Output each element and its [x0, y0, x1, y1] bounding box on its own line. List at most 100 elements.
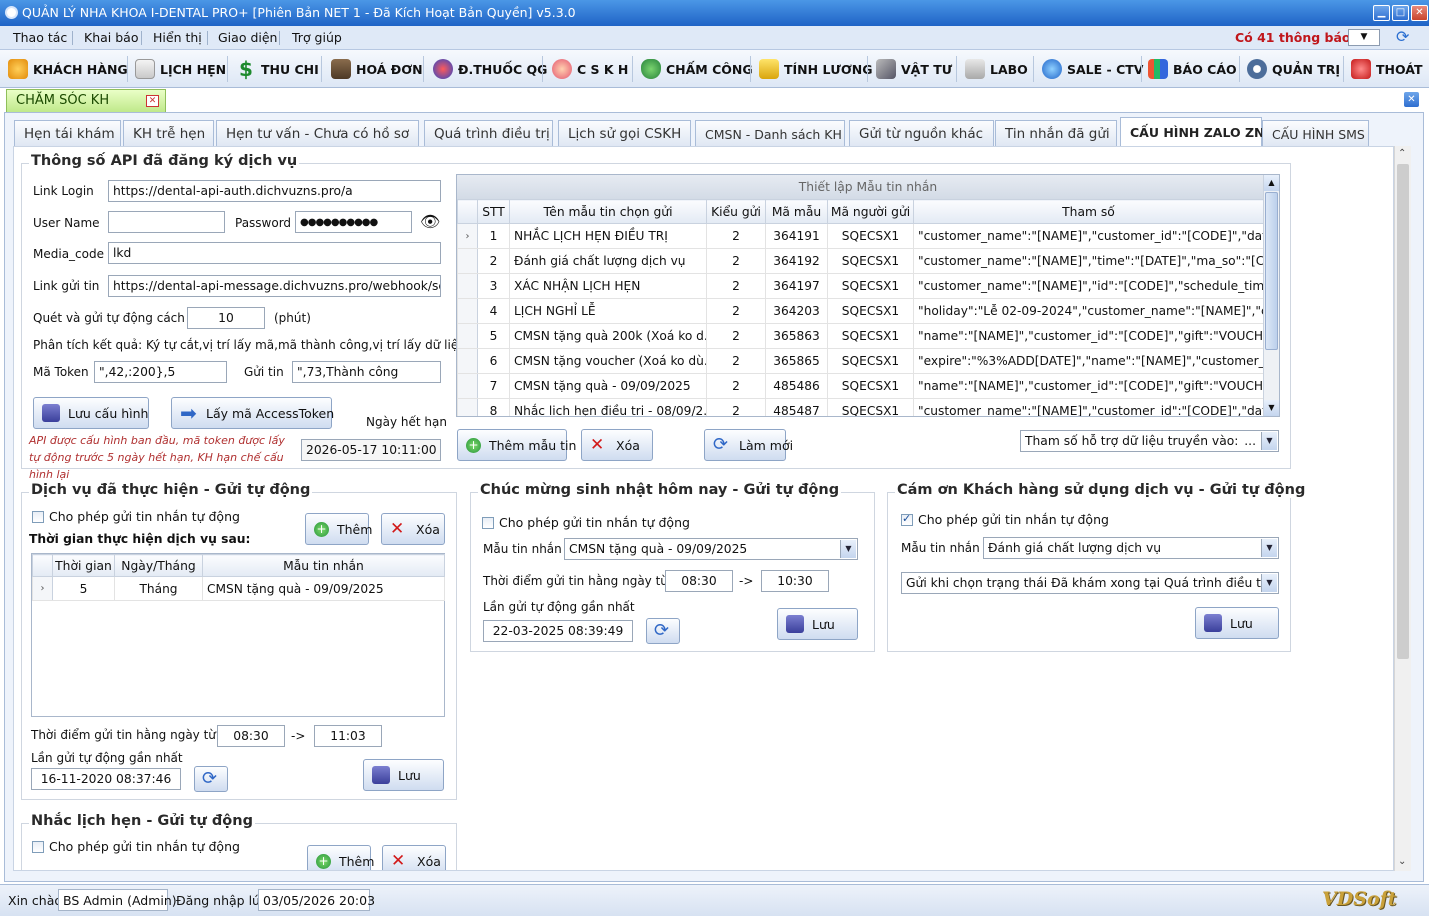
notification-dropdown[interactable]: ▼: [1348, 29, 1380, 46]
tab-hen-tu-van[interactable]: Hẹn tư vấn - Chưa có hồ sơ: [216, 120, 419, 146]
tab-cau-hinh-zalo[interactable]: CẤU HÌNH ZALO ZNS: [1120, 117, 1274, 147]
row-header[interactable]: [457, 373, 478, 399]
toolbar-khach-hang[interactable]: KHÁCH HÀNG: [8, 57, 128, 81]
reminder-add-button[interactable]: + Thêm: [307, 845, 374, 870]
service-time-from[interactable]: 08:30: [217, 725, 285, 747]
password-input[interactable]: ●●●●●●●●●●: [295, 211, 412, 233]
service-time-to[interactable]: 11:03: [314, 725, 382, 747]
menu-khai-bao[interactable]: Khai báo: [84, 30, 138, 45]
col-unit[interactable]: Ngày/Tháng: [114, 554, 203, 577]
sync-icon[interactable]: ⟳: [1396, 27, 1409, 46]
col-send-type[interactable]: Kiểu gửi: [706, 199, 766, 224]
col-template-code[interactable]: Mã mẫu: [765, 199, 828, 224]
toolbar-labo[interactable]: LABO: [965, 57, 1028, 81]
toolbar-thoat[interactable]: THOÁT: [1351, 57, 1423, 81]
toolbar-hoa-don[interactable]: HOÁ ĐƠN: [331, 57, 423, 81]
col-stt[interactable]: STT: [477, 199, 510, 224]
col-time[interactable]: Thời gian: [52, 554, 115, 577]
token-parse-input[interactable]: ",42,:200},5: [94, 361, 227, 383]
link-send-input[interactable]: https://dental-api-message.dichvuzns.pro…: [108, 275, 441, 297]
toolbar-lich-hen[interactable]: LỊCH HẸN: [135, 57, 226, 81]
template-grid[interactable]: Thiết lập Mẫu tin nhắn STT Tên mẫu tin c…: [456, 174, 1280, 417]
link-login-input[interactable]: https://dental-api-auth.dichvuzns.pro/a: [108, 180, 441, 202]
birthday-time-from[interactable]: 08:30: [665, 570, 733, 592]
toolbar-sale-ctv[interactable]: SALE - CTV: [1042, 57, 1143, 81]
menu-tro-giup[interactable]: Trợ giúp: [292, 30, 342, 45]
notification-count[interactable]: Có 41 thông báo: [1235, 30, 1351, 45]
birthday-time-to[interactable]: 10:30: [761, 570, 829, 592]
reminder-delete-button[interactable]: ✕ Xóa: [382, 845, 446, 870]
thanks-auto-checkbox[interactable]: Cho phép gửi tin nhắn tự động: [901, 512, 1109, 527]
send-result-input[interactable]: ",73,Thành công: [292, 361, 441, 383]
toolbar-cskh[interactable]: C S K H: [552, 57, 628, 81]
table-row[interactable]: 4 LỊCH NGHỈ LỄ 2 364203 SQECSX1 "holiday":"Lễ…: [457, 298, 1264, 324]
birthday-auto-checkbox[interactable]: Cho phép gửi tin nhắn tự động: [482, 515, 690, 530]
close-window-button[interactable]: ✕: [1411, 5, 1428, 21]
row-header[interactable]: [457, 348, 478, 374]
username-input[interactable]: [108, 211, 225, 233]
tab-hen-tai-kham[interactable]: Hẹn tái khám: [14, 120, 121, 146]
table-row[interactable]: 7 CMSN tặng quà - 09/09/2025 2 485486 SQECSX…: [457, 373, 1264, 399]
col-params[interactable]: Tham số: [913, 199, 1264, 224]
table-row[interactable]: 2 Đánh giá chất lượng dịch vụ 2 364192 SQECS…: [457, 248, 1264, 274]
toolbar-thu-chi[interactable]: $ THU CHI: [236, 57, 319, 81]
service-add-button[interactable]: + Thêm: [305, 513, 372, 545]
tab-cau-hinh-sms[interactable]: CẤU HÌNH SMS: [1262, 120, 1369, 146]
tab-tin-nhan-da-gui[interactable]: Tin nhắn đã gửi: [995, 120, 1117, 146]
tab-kh-tre-hen[interactable]: KH trễ hẹn: [123, 120, 214, 146]
toolbar-bao-cao[interactable]: BÁO CÁO: [1148, 57, 1237, 81]
tab-qua-trinh-dieu-tri[interactable]: Quá trình điều trị: [424, 120, 553, 146]
delete-template-button[interactable]: ✕ Xóa: [581, 429, 653, 461]
service-delete-button[interactable]: ✕ Xóa: [381, 513, 445, 545]
tab-cmsn[interactable]: CMSN - Danh sách KH: [695, 120, 845, 146]
close-document-icon[interactable]: ✕: [1404, 92, 1419, 107]
birthday-refresh-button[interactable]: ⟳: [646, 618, 680, 644]
template-grid-scrollbar[interactable]: ▲ ▼: [1263, 175, 1279, 416]
table-row[interactable]: 6 CMSN tặng voucher (Xoá ko dù... 2 365865 S…: [457, 348, 1264, 374]
thanks-save-button[interactable]: Lưu: [1195, 607, 1279, 639]
thanks-template-dropdown[interactable]: Đánh giá chất lượng dịch vụ ▼: [983, 537, 1279, 559]
scan-interval-input[interactable]: 10: [187, 307, 265, 329]
service-grid[interactable]: Thời gian Ngày/Tháng Mẫu tin nhắn › 5 Th…: [31, 553, 445, 717]
table-row[interactable]: › 1 NHẮC LỊCH HẸN ĐIỀU TRỊ 2 364191 SQECSX1 "c…: [457, 223, 1264, 249]
toolbar-don-thuoc[interactable]: Đ.THUỐC QG: [433, 57, 547, 81]
service-save-button[interactable]: Lưu: [363, 759, 444, 791]
save-config-button[interactable]: Lưu cấu hình: [33, 397, 149, 429]
eye-icon[interactable]: 👁: [420, 212, 440, 231]
thanks-trigger-dropdown[interactable]: Gửi khi chọn trạng thái Đã khám xong tại…: [901, 572, 1279, 594]
birthday-template-dropdown[interactable]: CMSN tặng quà - 09/09/2025 ▼: [564, 538, 858, 560]
menu-thao-tac[interactable]: Thao tác: [13, 30, 67, 45]
tab-gui-nguon-khac[interactable]: Gửi từ nguồn khác: [849, 120, 994, 146]
page-scrollbar[interactable]: ⌃ ⌄: [1394, 146, 1411, 871]
birthday-save-button[interactable]: Lưu: [777, 608, 858, 640]
toolbar-cham-cong[interactable]: CHẤM CÔNG: [641, 57, 753, 81]
table-row[interactable]: › 5 Tháng CMSN tặng quà - 09/09/2025: [32, 576, 445, 601]
toolbar-tinh-luong[interactable]: TÍNH LƯƠNG: [759, 57, 873, 81]
row-header[interactable]: ›: [457, 223, 478, 249]
tab-lich-su-goi[interactable]: Lịch sử gọi CSKH: [558, 120, 691, 146]
col-sender-code[interactable]: Mã người gửi: [827, 199, 914, 224]
media-code-input[interactable]: lkd: [108, 242, 441, 264]
row-header[interactable]: [457, 398, 478, 416]
toolbar-vat-tu[interactable]: VẬT TƯ: [876, 57, 952, 81]
row-header[interactable]: [457, 323, 478, 349]
menu-giao-dien[interactable]: Giao diện: [218, 30, 277, 45]
service-refresh-button[interactable]: ⟳: [194, 766, 228, 792]
reminder-auto-checkbox[interactable]: Cho phép gửi tin nhắn tự động: [32, 839, 240, 854]
row-header[interactable]: [457, 298, 478, 324]
table-row[interactable]: 8 Nhắc lịch hẹn điều trị - 08/09/2... 2 485…: [457, 398, 1264, 416]
col-template-name[interactable]: Tên mẫu tin chọn gửi: [509, 199, 707, 224]
refresh-template-button[interactable]: ⟳ Làm mới: [704, 429, 793, 461]
col-message-template[interactable]: Mẫu tin nhắn: [202, 554, 445, 577]
close-tab-icon[interactable]: ✕: [146, 95, 159, 107]
get-token-button[interactable]: ➡ Lấy mã AccessToken: [171, 397, 334, 429]
maximize-button[interactable]: □: [1392, 5, 1409, 21]
table-row[interactable]: 5 CMSN tặng quà 200k (Xoá ko d... 2 365863 S…: [457, 323, 1264, 349]
minimize-button[interactable]: ▁: [1373, 5, 1390, 21]
add-template-button[interactable]: + Thêm mẫu tin: [457, 429, 576, 461]
document-tab[interactable]: CHĂM SÓC KH ✕: [6, 89, 166, 113]
param-help-dropdown[interactable]: Tham số hỗ trợ dữ liệu truyền vào:... ▼: [1020, 430, 1279, 452]
toolbar-quan-tri[interactable]: QUẢN TRỊ: [1247, 57, 1340, 81]
table-row[interactable]: 3 XÁC NHẬN LỊCH HẸN 2 364197 SQECSX1 "custome…: [457, 273, 1264, 299]
menu-hien-thi[interactable]: Hiển thị: [153, 30, 202, 45]
